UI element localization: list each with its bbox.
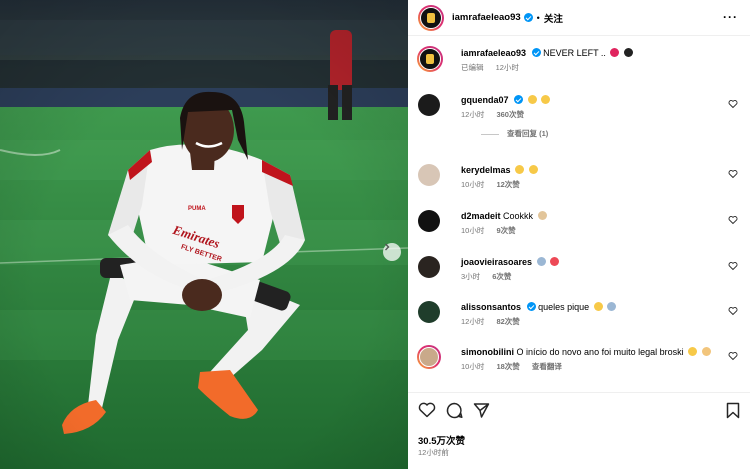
divider [408, 392, 750, 393]
clap-emoji-icon [701, 347, 711, 356]
red-heart-icon [550, 257, 560, 266]
see-translation-button[interactable]: 查看翻译 [532, 362, 562, 371]
verified-icon [514, 95, 524, 104]
caption-text: NEVER LEFT .. [543, 48, 606, 58]
comment-icon[interactable] [446, 402, 463, 419]
commenter-username[interactable]: joaovieirasoares [461, 257, 532, 267]
verified-icon [526, 302, 536, 311]
post-photo: Emirates FLY BETTER PUMA [0, 0, 408, 469]
like-comment-heart-icon[interactable] [728, 351, 738, 361]
commenter-avatar[interactable] [418, 301, 440, 323]
like-heart-icon[interactable] [418, 402, 436, 418]
caption-edited: 已编辑 [461, 63, 484, 72]
goat-emoji-icon [537, 211, 547, 220]
comment-time: 12小时 [461, 317, 485, 326]
like-comment-heart-icon[interactable] [728, 215, 738, 225]
author-avatar[interactable] [418, 4, 444, 31]
view-replies-button[interactable]: 查看回复 (1) [481, 128, 723, 139]
commenter-username[interactable]: d2madeit [461, 211, 501, 221]
commenter-username[interactable]: kerydelmas [461, 165, 511, 175]
commenter-username[interactable]: alissonsantos [461, 302, 521, 312]
comment-text: queles pique [538, 302, 590, 312]
comment-time: 10小时 [461, 362, 485, 371]
goat-emoji-icon [607, 302, 617, 311]
author-username[interactable]: iamrafaeleao93 [452, 12, 521, 23]
comment-text: Cookkk [503, 211, 534, 221]
post-actions-bar [418, 399, 740, 421]
post-header: iamrafaeleao93 • 关注 ··· [408, 0, 750, 36]
caption-username[interactable]: iamrafaeleao93 [461, 48, 526, 58]
heart-eyes-emoji-icon [541, 95, 551, 104]
commenter-avatar[interactable] [418, 256, 440, 278]
post-side-panel: iamrafaeleao93 • 关注 ··· iamrafaeleao93 N… [408, 0, 750, 469]
heart-eyes-emoji-icon [527, 95, 537, 104]
verified-icon [523, 13, 533, 22]
separator-dot: • [536, 12, 540, 23]
more-options-icon[interactable]: ··· [723, 10, 738, 24]
share-send-icon[interactable] [473, 402, 490, 419]
like-comment-heart-icon[interactable] [728, 99, 738, 109]
heart-eyes-emoji-icon [515, 165, 525, 174]
comment-time: 10小时 [461, 226, 485, 235]
verified-icon [531, 48, 541, 57]
comments-list[interactable]: iamrafaeleao93 NEVER LEFT .. 已编辑 12小时 gq… [408, 36, 750, 390]
commenter-avatar[interactable] [418, 210, 440, 232]
commenter-avatar[interactable] [418, 94, 440, 116]
tongue-face-emoji-icon [688, 347, 698, 356]
brand-logo: PUMA [188, 206, 206, 212]
commenter-username[interactable]: gquenda07 [461, 95, 509, 105]
like-comment-heart-icon[interactable] [728, 169, 738, 179]
caption-time: 12小时 [495, 63, 519, 72]
follow-button[interactable]: 关注 [544, 11, 563, 25]
chevron-right-icon [385, 243, 390, 251]
comment-time: 12小时 [461, 110, 485, 119]
heart-eyes-emoji-icon [593, 302, 603, 311]
like-comment-heart-icon[interactable] [728, 261, 738, 271]
comment-likes[interactable]: 360次赞 [496, 110, 524, 119]
caption-avatar[interactable] [417, 46, 443, 72]
comment-text: O início do novo ano foi muito legal bro… [516, 347, 684, 357]
post-timestamp: 12小时前 [418, 448, 449, 457]
comment-likes[interactable]: 12次赞 [496, 180, 519, 189]
next-photo-button[interactable] [383, 243, 401, 261]
comment-likes[interactable]: 6次赞 [492, 272, 511, 281]
bookmark-icon[interactable] [726, 402, 740, 419]
pink-heart-icon [610, 48, 620, 57]
comment-time: 10小时 [461, 180, 485, 189]
commenter-avatar[interactable] [417, 345, 441, 369]
comment-likes[interactable]: 9次赞 [496, 226, 515, 235]
commenter-username[interactable]: simonobilini [461, 347, 514, 357]
comment-likes[interactable]: 82次赞 [496, 317, 519, 326]
comment-time: 3小时 [461, 272, 481, 281]
comment-likes[interactable]: 18次赞 [496, 362, 519, 371]
like-comment-heart-icon[interactable] [728, 306, 738, 316]
commenter-avatar[interactable] [418, 164, 440, 186]
black-heart-icon [623, 48, 633, 57]
heart-eyes-emoji-icon [528, 165, 538, 174]
post-likes-count[interactable]: 30.5万次赞 [418, 433, 465, 447]
goat-emoji-icon [536, 257, 546, 266]
